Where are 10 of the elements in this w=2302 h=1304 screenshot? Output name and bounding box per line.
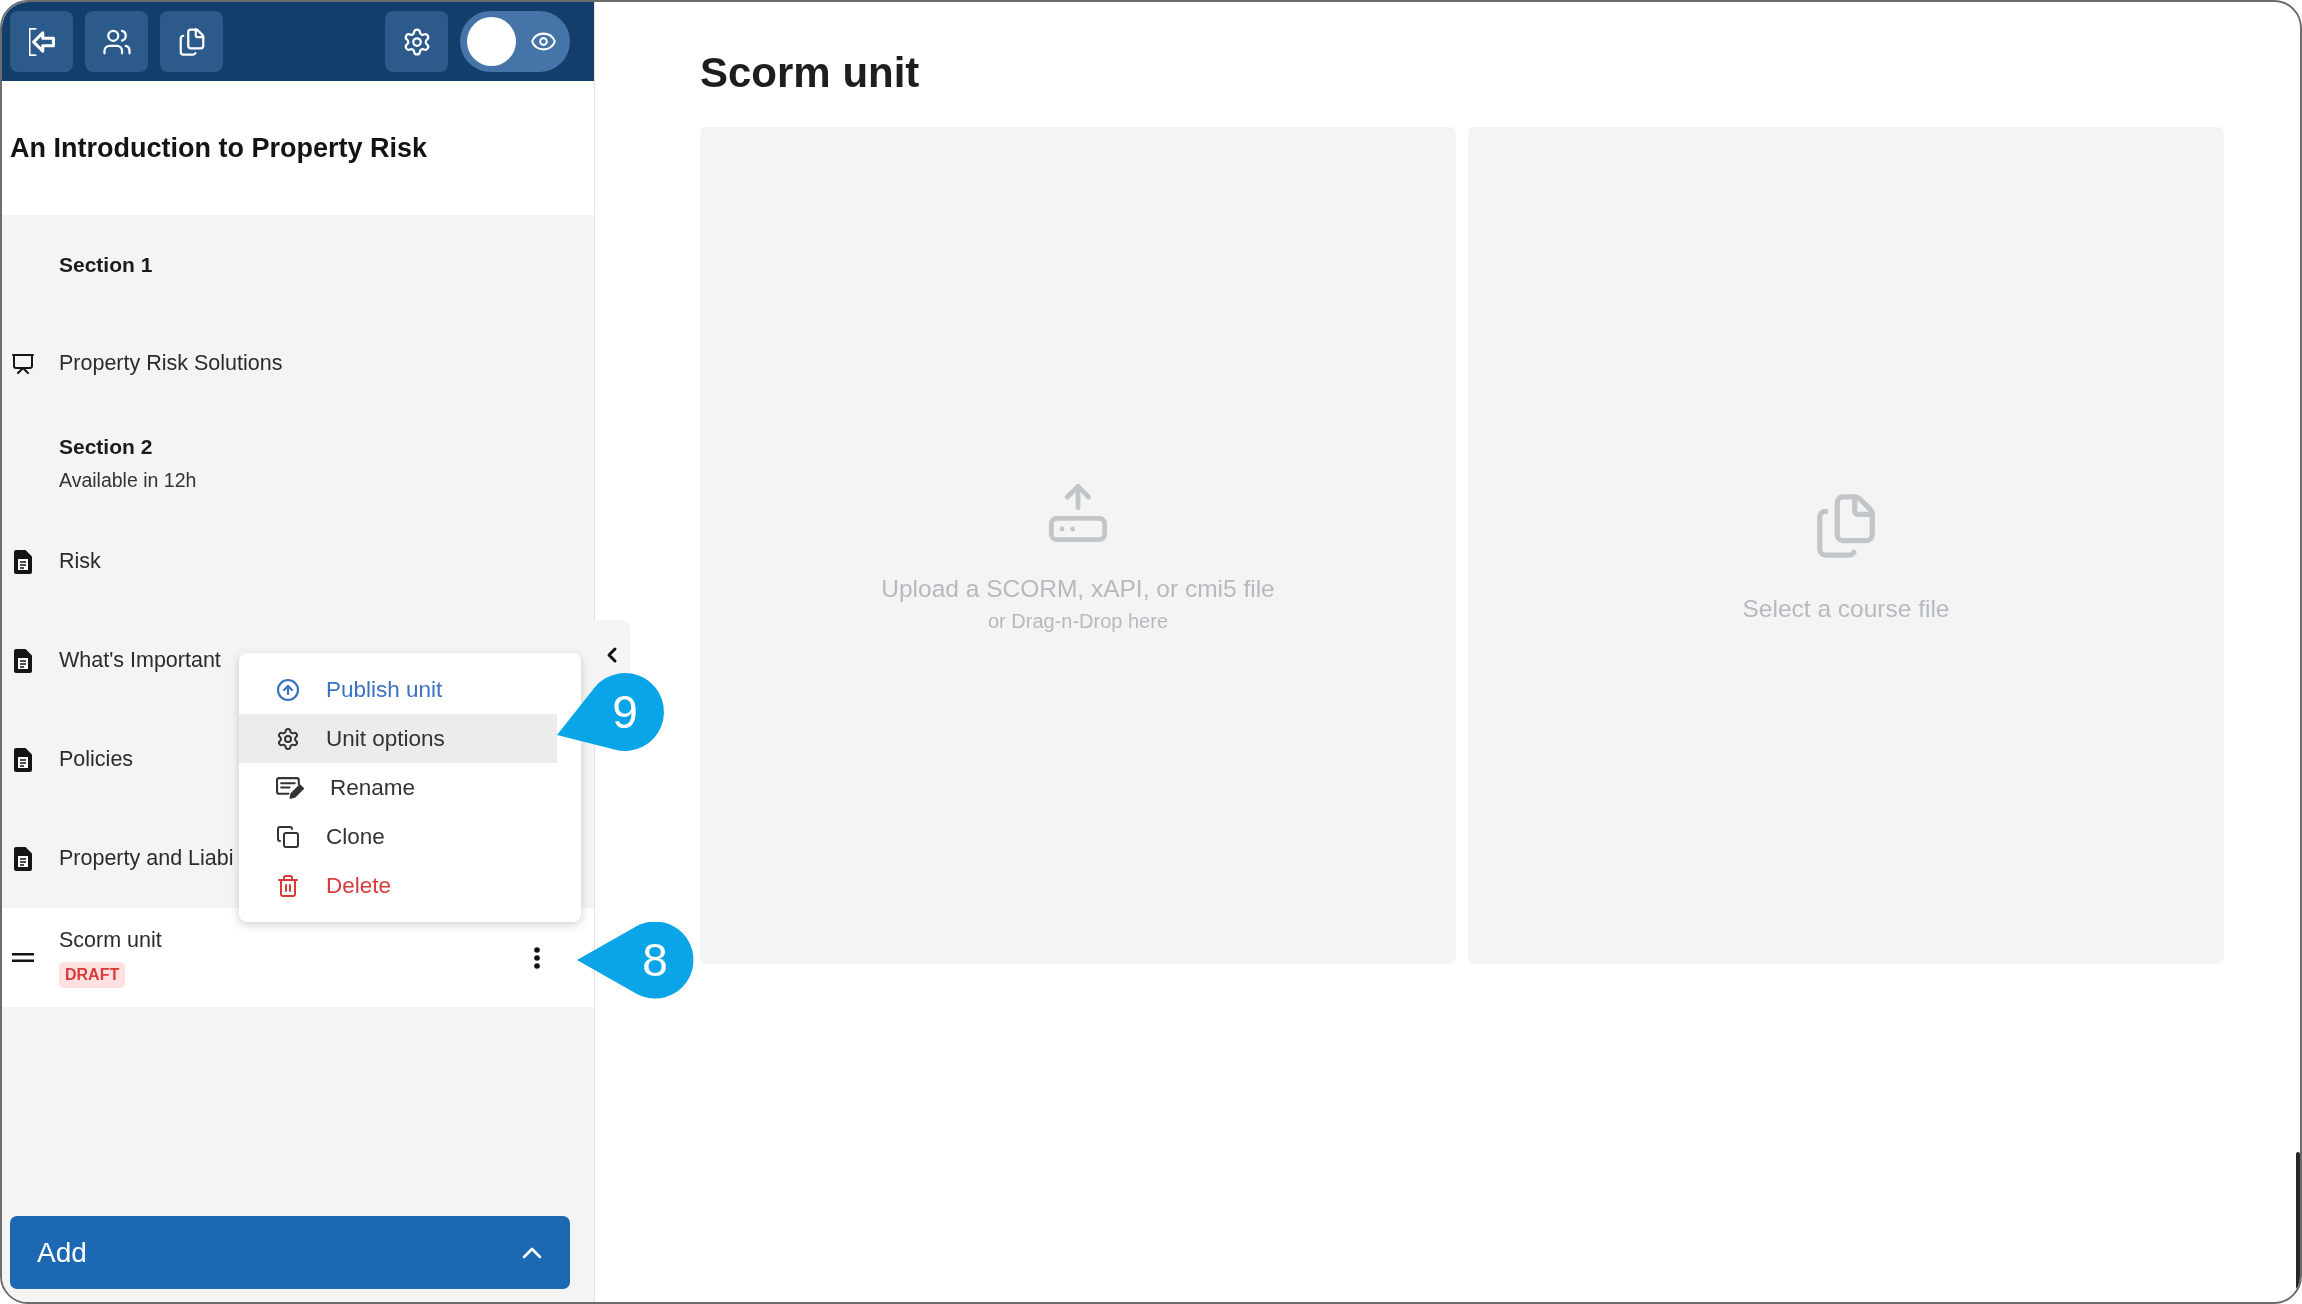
select-prompt: Select a course file [1742,594,1950,623]
page-title: Scorm unit [700,50,921,96]
upload-prompt: Upload a SCORM, xAPI, or cmi5 file [881,575,1275,603]
upload-hint: or Drag-n-Drop here [987,610,1169,632]
section-title: Section 2 [59,434,153,459]
callout-badge: 9 [557,673,664,751]
status-badge: DRAFT [59,961,126,988]
section-subtitle: Available in 12h [59,469,197,491]
course-title: An Introduction to Property Risk [10,132,427,164]
section-title: Section 1 [59,252,153,277]
